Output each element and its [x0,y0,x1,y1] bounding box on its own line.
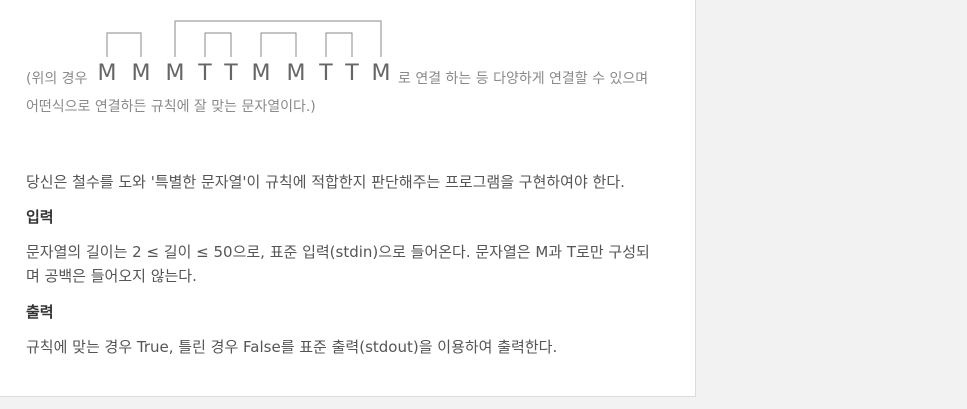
bracket-4 [325,32,353,57]
seq-letter: M [131,61,151,86]
input-text-line1: 문자열의 길이는 2 ≤ 길이 ≤ 50으로, 표준 입력(stdin)으로 들… [26,243,650,261]
example-prefix: (위의 경우 [26,71,88,87]
seq-letter: M [371,61,391,86]
example-suffix: 로 연결 하는 등 다양하게 연결할 수 있으며 [398,71,649,87]
bracket-3 [260,32,297,57]
bracket-1 [106,32,142,57]
seq-letter: T [345,61,359,86]
seq-letter: M [97,61,117,86]
problem-page: (위의 경우 M M M T T M M T T M 로 연결 하는 등 다양하… [0,0,696,397]
seq-letter: T [319,61,333,86]
output-heading: 출력 [26,303,54,321]
input-text-line2: 며 공백은 들어오지 않는다. [26,267,197,285]
example-line2: 어떤식으로 연결하든 규칙에 잘 맞는 문자열이다.) [26,99,316,115]
seq-letter: T [198,61,212,86]
input-heading: 입력 [26,208,54,226]
pairing-diagram: (위의 경우 M M M T T M M T T M 로 연결 하는 등 다양하… [0,0,695,120]
output-text: 규칙에 맞는 경우 True, 틀린 경우 False를 표준 출력(stdou… [26,338,558,356]
problem-description: 당신은 철수를 도와 '특별한 문자열'이 규칙에 적합한지 판단해주는 프로그… [26,173,625,191]
bracket-2 [204,32,232,57]
seq-letter: M [286,61,306,86]
seq-letter: M [251,61,271,86]
seq-letter: T [224,61,238,86]
seq-letter: M [165,61,185,86]
bracket-outer [174,20,382,57]
